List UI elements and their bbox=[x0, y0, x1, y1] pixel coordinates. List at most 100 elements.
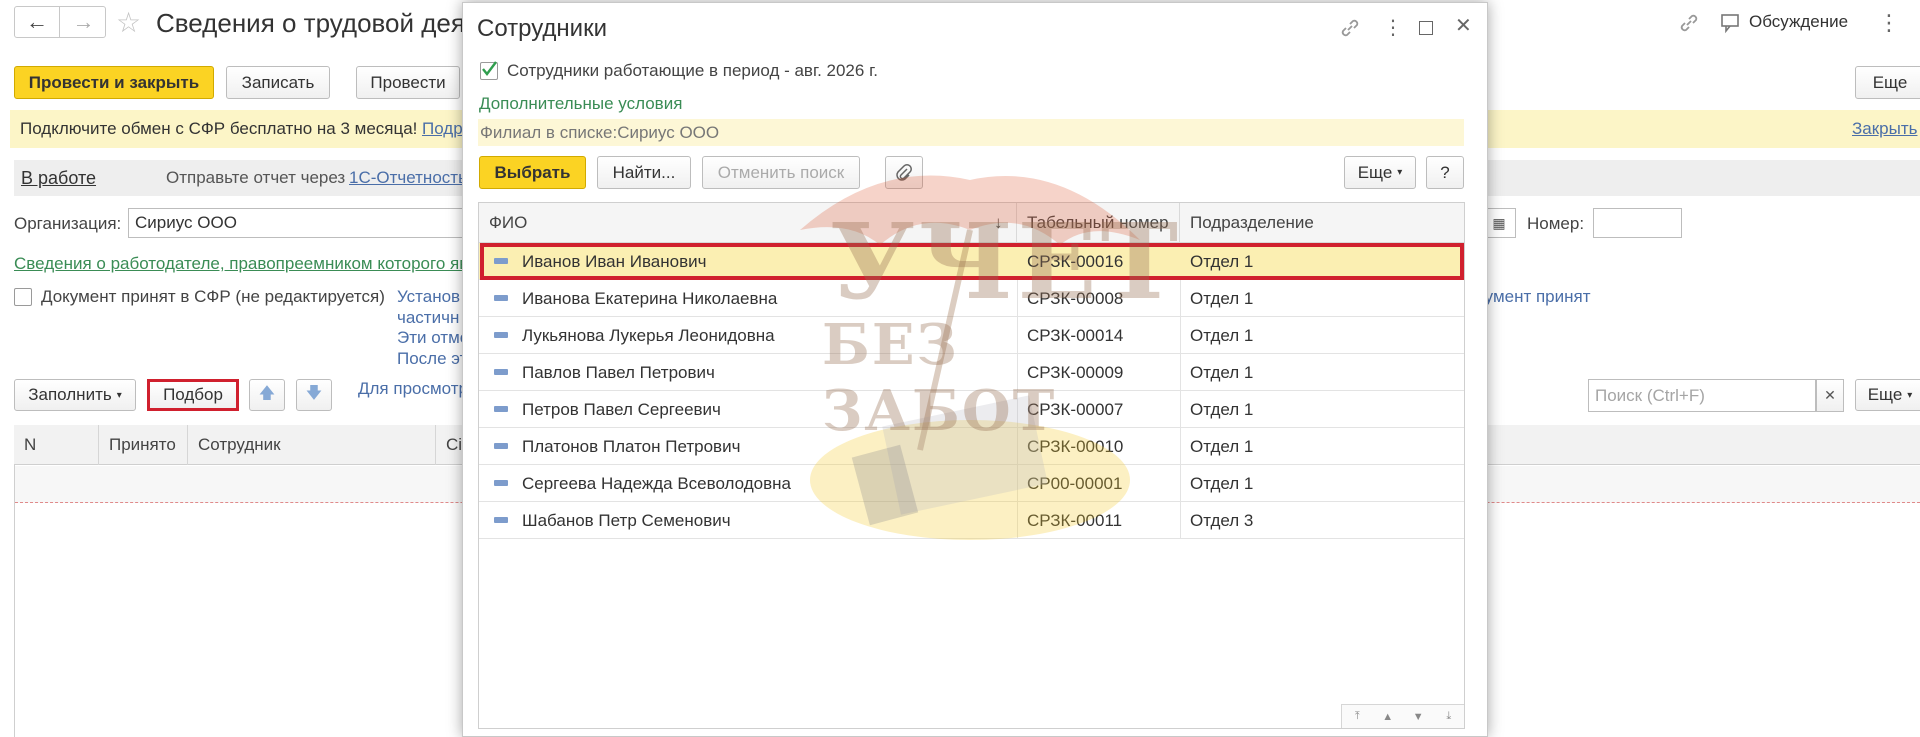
employee-icon bbox=[494, 369, 508, 375]
move-up-button[interactable]: 🡅 bbox=[249, 379, 285, 411]
row-dept: Отдел 1 bbox=[1190, 473, 1254, 493]
discussion-icon[interactable] bbox=[1720, 12, 1742, 34]
row-fio: Сергеева Надежда Всеволодовна bbox=[522, 473, 791, 493]
more-button-table[interactable]: Еще ▾ bbox=[1855, 379, 1920, 411]
more-button-dialog[interactable]: Еще ▾ bbox=[1344, 156, 1416, 189]
attach-button[interactable] bbox=[885, 156, 923, 189]
fill-button[interactable]: Заполнить ▾ bbox=[14, 379, 136, 411]
row-fio: Платонов Платон Петрович bbox=[522, 436, 741, 456]
select-button[interactable]: Выбрать bbox=[479, 156, 586, 189]
col-fio[interactable]: ФИО ↓ bbox=[479, 203, 1017, 243]
list-item[interactable]: Иванова Екатерина Николаевна СРЗК-00008 … bbox=[479, 280, 1464, 317]
employee-icon bbox=[494, 443, 508, 449]
status-send-text: Отправьте отчет через bbox=[166, 168, 346, 187]
col-accepted[interactable]: Принято bbox=[99, 425, 188, 465]
row-tab: СРЗК-00010 bbox=[1027, 436, 1124, 456]
org-label: Организация: bbox=[14, 214, 122, 233]
more-vertical-icon[interactable]: ⋮ bbox=[1383, 15, 1403, 40]
selected-row-highlight bbox=[480, 243, 1464, 280]
status-state[interactable]: В работе bbox=[21, 168, 96, 189]
arrow-down-icon: 🡇 bbox=[305, 384, 323, 402]
info-text-right: кумент принят bbox=[1477, 287, 1591, 306]
org-field[interactable]: Сириус ООО bbox=[128, 208, 468, 238]
arrow-left-icon: ← bbox=[26, 9, 48, 34]
number-label: Номер: bbox=[1527, 214, 1585, 233]
close-icon: ✕ bbox=[1824, 387, 1836, 403]
more-vertical-icon[interactable]: ⋮ bbox=[1878, 10, 1900, 36]
list-item[interactable]: Платонов Платон Петрович СРЗК-00010 Отде… bbox=[479, 428, 1464, 465]
row-tab: СРЗК-00007 bbox=[1027, 399, 1124, 419]
search-clear-button[interactable]: ✕ bbox=[1816, 379, 1844, 412]
col-n[interactable]: N bbox=[14, 425, 99, 465]
dropdown-arrow-icon: ▾ bbox=[1907, 389, 1913, 401]
row-fio: Павлов Павел Петрович bbox=[522, 362, 715, 382]
status-send-link[interactable]: 1С-Отчетность bbox=[349, 168, 467, 188]
save-button[interactable]: Записать bbox=[226, 66, 330, 99]
pick-button[interactable]: Подбор bbox=[147, 379, 239, 411]
dialog-title: Сотрудники bbox=[477, 15, 607, 42]
move-down-button[interactable]: 🡇 bbox=[296, 379, 332, 411]
info-line: Установ bbox=[397, 287, 461, 306]
accepted-checkbox[interactable] bbox=[14, 288, 32, 306]
scroll-up-icon[interactable]: ▲ bbox=[1373, 705, 1404, 728]
list-item[interactable]: Сергеева Надежда Всеволодовна СР00-00001… bbox=[479, 465, 1464, 502]
post-and-close-button[interactable]: Провести и закрыть bbox=[14, 66, 214, 99]
list-item[interactable]: Павлов Павел Петрович СРЗК-00009 Отдел 1 bbox=[479, 354, 1464, 391]
list-item[interactable]: Петров Павел Сергеевич СРЗК-00007 Отдел … bbox=[479, 391, 1464, 428]
cancel-search-button[interactable]: Отменить поиск bbox=[702, 156, 860, 189]
col-department[interactable]: Подразделение bbox=[1180, 203, 1464, 243]
row-dept: Отдел 1 bbox=[1190, 325, 1254, 345]
row-fio: Петров Павел Сергеевич bbox=[522, 399, 721, 419]
scroll-down-icon[interactable]: ▼ bbox=[1403, 705, 1434, 728]
row-tab: СРЗК-00009 bbox=[1027, 362, 1124, 382]
list-item[interactable]: Лукьянова Лукерья Леонидовна СРЗК-00014 … bbox=[479, 317, 1464, 354]
link-icon[interactable] bbox=[1339, 17, 1361, 39]
fill-label: Заполнить bbox=[28, 385, 112, 404]
discussion-button[interactable]: Обсуждение bbox=[1749, 12, 1848, 32]
star-icon[interactable]: ☆ bbox=[116, 6, 141, 39]
scroll-last-icon[interactable]: ⤓ bbox=[1434, 705, 1465, 728]
more-label: Еще bbox=[1867, 385, 1903, 404]
employer-info-link[interactable]: Сведения о работодателе, правопреемником… bbox=[14, 254, 468, 274]
col-tab-number[interactable]: Табельный номер bbox=[1017, 203, 1180, 243]
row-fio: Иванова Екатерина Николаевна bbox=[522, 288, 778, 308]
more-button-top[interactable]: Еще bbox=[1855, 66, 1920, 99]
info-line: После эт bbox=[397, 348, 468, 368]
banner-close-link[interactable]: Закрыть bbox=[1852, 119, 1917, 139]
col-employee[interactable]: Сотрудник bbox=[188, 425, 436, 465]
find-button[interactable]: Найти... bbox=[597, 156, 691, 189]
help-button[interactable]: ? bbox=[1426, 156, 1464, 189]
row-tab: СРЗК-00008 bbox=[1027, 288, 1124, 308]
list-nav: ⤒ ▲ ▼ ⤓ bbox=[1341, 704, 1464, 728]
close-icon[interactable]: ✕ bbox=[1455, 13, 1472, 38]
checkmark-icon bbox=[482, 61, 497, 76]
dropdown-arrow-icon: ▾ bbox=[116, 389, 122, 401]
link-icon[interactable] bbox=[1678, 12, 1700, 34]
arrow-right-icon: → bbox=[72, 9, 95, 34]
filter-text: Филиал в списке:Сириус ООО bbox=[480, 123, 720, 142]
dropdown-arrow-icon: ▾ bbox=[1397, 167, 1403, 178]
post-button[interactable]: Провести bbox=[356, 66, 460, 99]
info-line: Эти отме bbox=[397, 328, 470, 347]
row-dept: Отдел 3 bbox=[1190, 510, 1254, 530]
employee-icon bbox=[494, 332, 508, 338]
period-checkbox[interactable] bbox=[480, 61, 498, 80]
forward-button[interactable]: → bbox=[61, 7, 106, 37]
employee-icon bbox=[494, 480, 508, 486]
banner-link[interactable]: Подр bbox=[422, 119, 463, 139]
number-field[interactable] bbox=[1593, 208, 1682, 238]
info-line: частичн bbox=[397, 307, 460, 327]
maximize-icon[interactable] bbox=[1419, 21, 1433, 35]
row-tab: СР00-00001 bbox=[1027, 473, 1123, 493]
employee-icon bbox=[494, 406, 508, 412]
search-input[interactable]: Поиск (Ctrl+F) bbox=[1588, 379, 1816, 412]
employees-list: ФИО ↓ Табельный номер Подразделение Иван… bbox=[478, 202, 1465, 729]
paperclip-icon bbox=[896, 163, 912, 181]
row-dept: Отдел 1 bbox=[1190, 288, 1254, 308]
back-button[interactable]: ← bbox=[15, 7, 60, 37]
list-item[interactable]: Шабанов Петр Семенович СРЗК-00011 Отдел … bbox=[479, 502, 1464, 539]
scroll-first-icon[interactable]: ⤒ bbox=[1342, 705, 1373, 728]
extra-conditions-link[interactable]: Дополнительные условия bbox=[479, 94, 682, 114]
row-dept: Отдел 1 bbox=[1190, 362, 1254, 382]
banner-text: Подключите обмен с СФР бесплатно на 3 ме… bbox=[20, 119, 418, 138]
